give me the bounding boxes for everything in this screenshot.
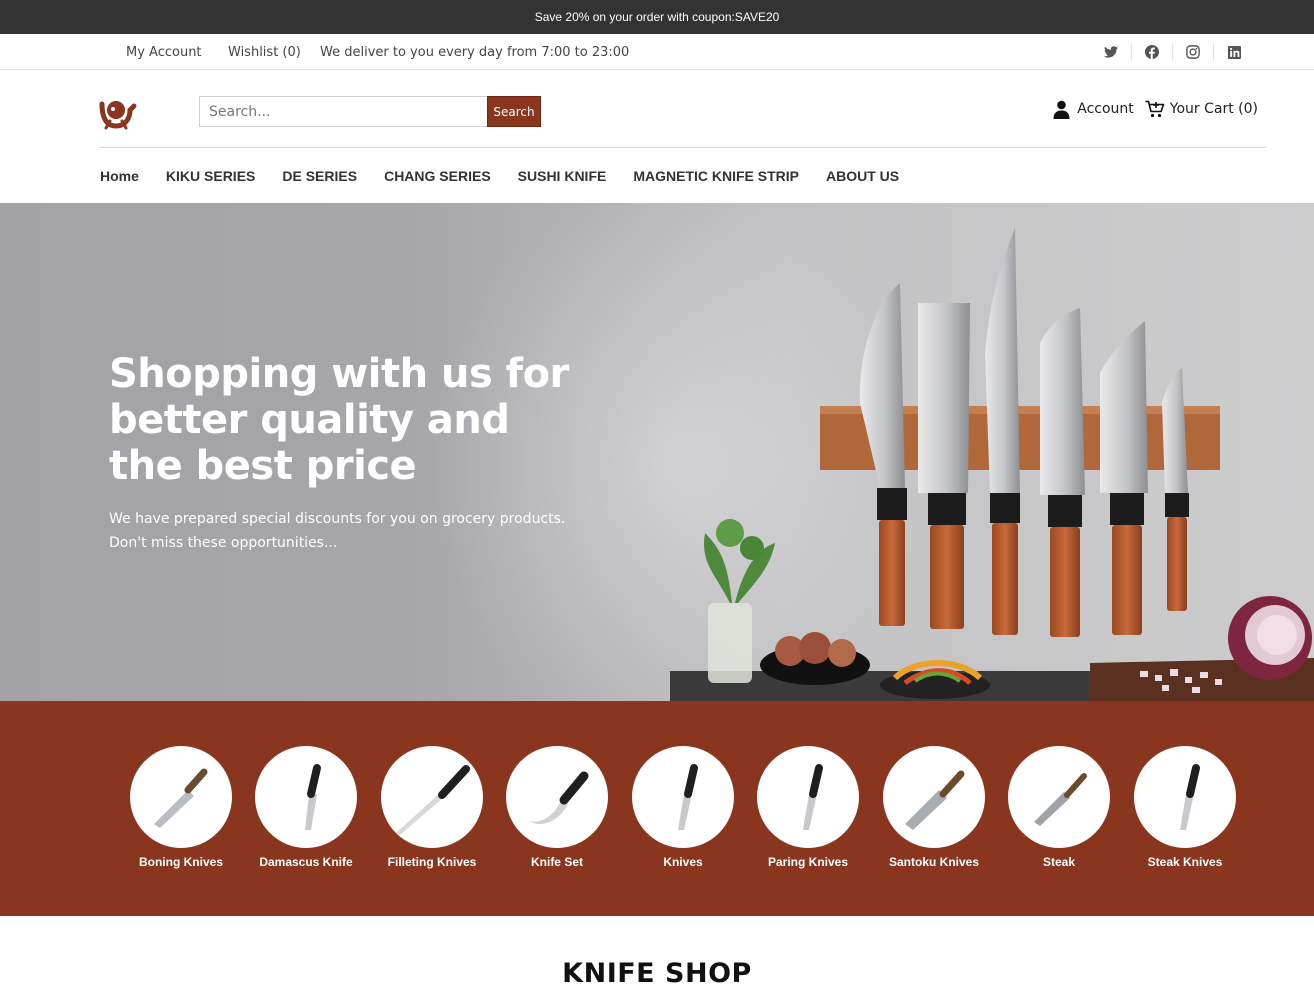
nav-chang-series[interactable]: CHANG SERIES [384, 168, 491, 184]
category-image [1008, 746, 1110, 848]
category-knives[interactable]: Knives [623, 746, 743, 869]
site-logo[interactable] [98, 96, 138, 130]
search-input[interactable] [199, 96, 487, 127]
hero-subtitle-line2: Don't miss these opportunities... [109, 535, 338, 551]
instagram-icon[interactable] [1172, 44, 1213, 60]
category-image [757, 746, 859, 848]
category-image [883, 746, 985, 848]
category-label: Damascus Knife [259, 855, 353, 869]
announcement-text: Save 20% on your order with coupon:SAVE2… [534, 10, 780, 24]
category-strip: Boning Knives Damascus Knife Filleting K… [0, 701, 1314, 916]
my-account-link[interactable]: My Account [126, 34, 202, 70]
hero-subtitle: We have prepared special discounts for y… [109, 507, 579, 555]
category-label: Steak [1042, 855, 1076, 869]
nav-sushi-knife[interactable]: SUSHI KNIFE [518, 168, 607, 184]
search-button[interactable]: Search [487, 96, 541, 127]
nav-magnetic-knife-strip[interactable]: MAGNETIC KNIFE STRIP [633, 168, 799, 184]
cart-label: Your Cart (0) [1169, 101, 1258, 117]
cart-icon [1145, 100, 1165, 118]
category-santoku-knives[interactable]: Santoku Knives [874, 746, 994, 869]
category-label: Paring Knives [767, 855, 849, 869]
category-label: Filleting Knives [387, 855, 477, 869]
category-image [381, 746, 483, 848]
category-paring-knives[interactable]: Paring Knives [748, 746, 868, 869]
hero-title: Shopping with us for better quality and … [109, 351, 569, 489]
nav-kiku-series[interactable]: KIKU SERIES [166, 168, 255, 184]
delivery-info: We deliver to you every day from 7:00 to… [320, 44, 630, 60]
category-label: Knife Set [530, 855, 583, 869]
section-title: KNIFE SHOP [562, 958, 752, 988]
account-label: Account [1077, 101, 1134, 117]
category-steak-knives[interactable]: Steak Knives [1125, 746, 1245, 869]
category-label: Boning Knives [138, 855, 223, 869]
nav-de-series[interactable]: DE SERIES [282, 168, 357, 184]
wishlist-link[interactable]: Wishlist (0) [228, 34, 301, 70]
category-label: Steak Knives [1147, 855, 1223, 869]
category-label: Knives [663, 855, 703, 869]
social-links [1090, 34, 1254, 70]
main-nav: Home KIKU SERIES DE SERIES CHANG SERIES … [100, 148, 926, 203]
announcement-bar: Save 20% on your order with coupon:SAVE2… [0, 0, 1314, 34]
hero-banner: Shopping with us for better quality and … [0, 203, 1314, 701]
category-image [130, 746, 232, 848]
nav-home[interactable]: Home [100, 168, 139, 184]
account-link[interactable]: Account [1053, 100, 1134, 119]
header-actions: Account Your Cart (0) [1053, 99, 1258, 119]
cart-link[interactable]: Your Cart (0) [1145, 100, 1258, 118]
linkedin-icon[interactable] [1213, 44, 1254, 60]
top-bar: My Account Wishlist (0) We deliver to yo… [0, 34, 1314, 70]
twitter-icon[interactable] [1090, 44, 1131, 60]
category-image [506, 746, 608, 848]
search-form: Search [199, 96, 541, 127]
category-image [255, 746, 357, 848]
user-icon [1053, 100, 1070, 119]
facebook-icon[interactable] [1131, 44, 1172, 60]
category-boning-knives[interactable]: Boning Knives [121, 746, 241, 869]
category-knife-set[interactable]: Knife Set [497, 746, 617, 869]
category-damascus-knife[interactable]: Damascus Knife [246, 746, 366, 869]
category-filleting-knives[interactable]: Filleting Knives [372, 746, 492, 869]
hero-subtitle-line1: We have prepared special discounts for y… [109, 511, 566, 527]
nav-about-us[interactable]: ABOUT US [826, 168, 899, 184]
category-steak[interactable]: Steak [999, 746, 1119, 869]
category-label: Santoku Knives [888, 855, 980, 869]
category-image [1134, 746, 1236, 848]
category-image [632, 746, 734, 848]
